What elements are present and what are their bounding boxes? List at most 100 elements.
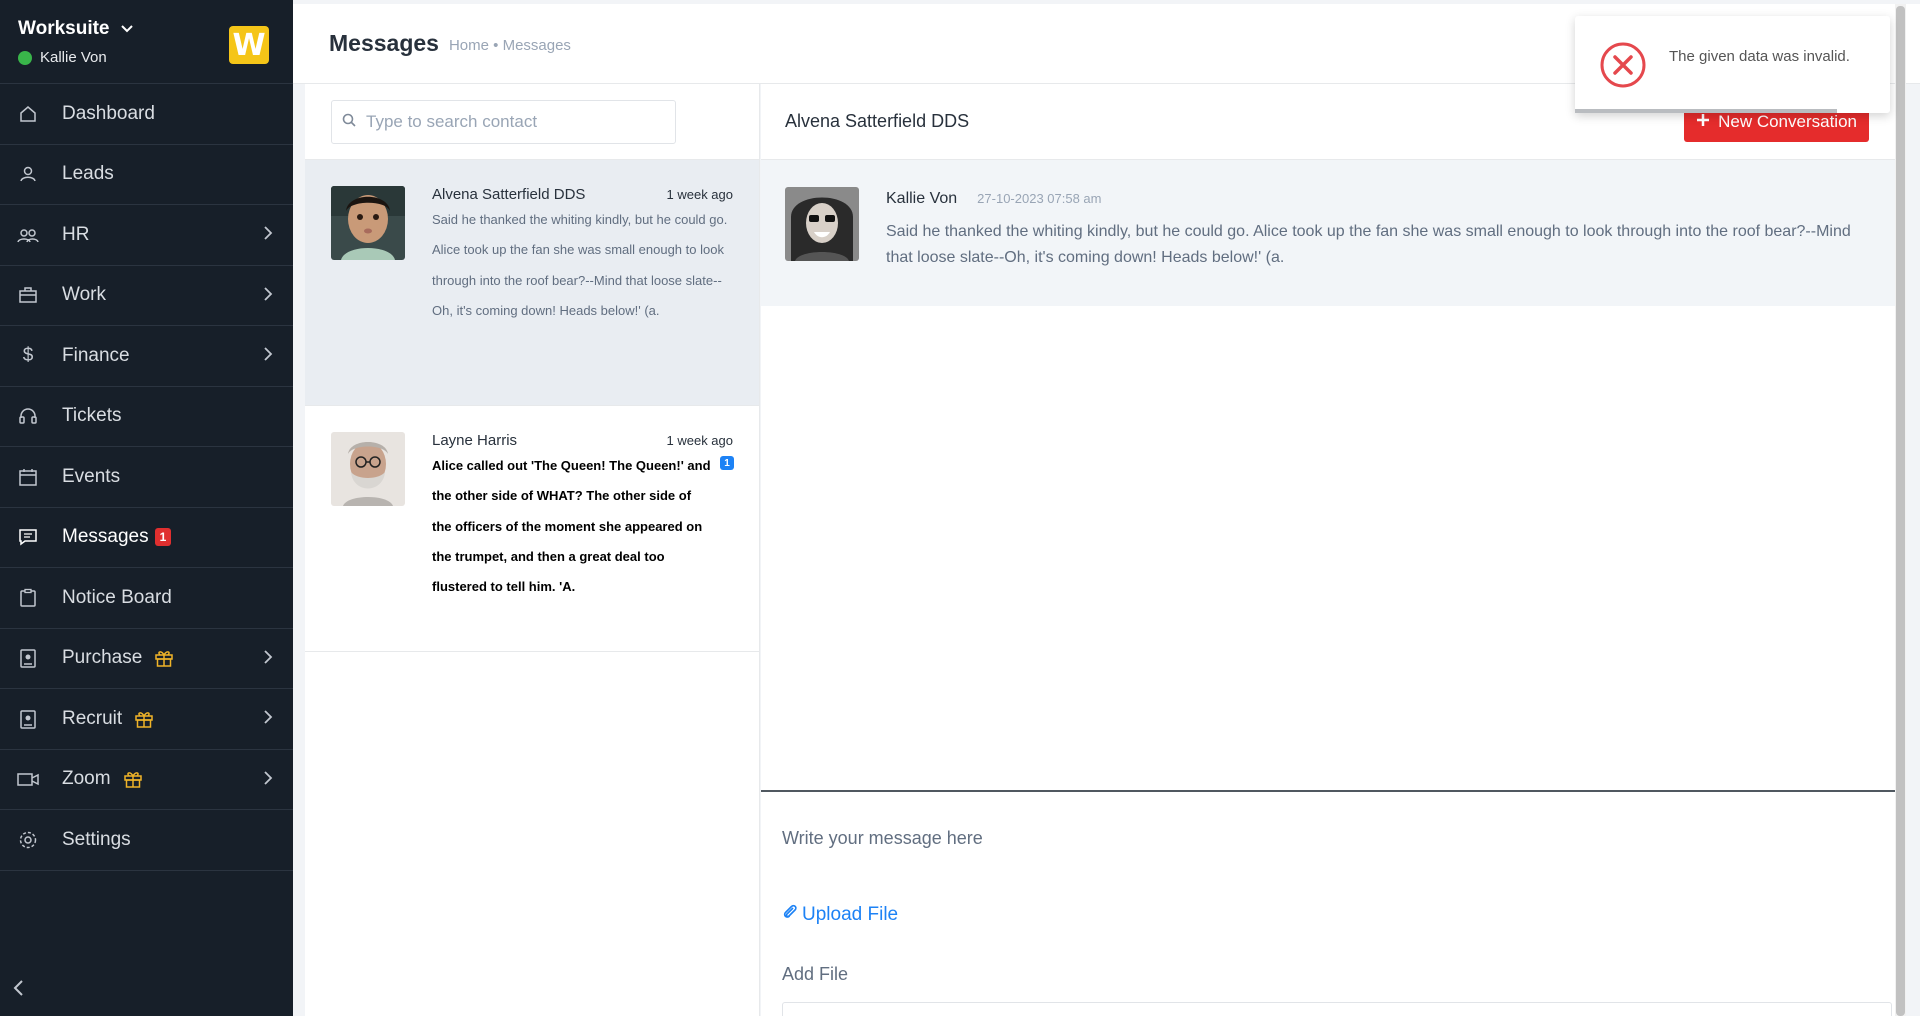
chat-icon	[16, 525, 40, 549]
sidebar-item-label: Purchase	[62, 647, 143, 669]
chevron-right-icon	[263, 225, 273, 247]
sidebar-item-leads[interactable]: Leads	[0, 145, 293, 205]
sidebar-item-label: Leads	[62, 163, 114, 185]
upload-file-label: Upload File	[802, 904, 899, 925]
id-badge-icon	[16, 646, 40, 670]
contact-time: 1 week ago	[666, 433, 734, 448]
toast-message: The given data was invalid.	[1669, 48, 1850, 65]
users-icon	[16, 223, 40, 247]
dollar-icon: $	[22, 344, 34, 366]
collapse-sidebar-button[interactable]	[12, 979, 24, 1002]
sidebar-item-hr[interactable]: HR	[0, 205, 293, 266]
unread-count-badge: 1	[720, 456, 734, 470]
unread-count-badge: 1	[154, 528, 172, 547]
sidebar-item-tickets[interactable]: Tickets	[0, 387, 293, 447]
sidebar-item-label: Recruit	[62, 707, 123, 729]
avatar	[331, 432, 405, 506]
search-bar	[305, 84, 759, 160]
contact-name: Alvena Satterfield DDS	[432, 186, 586, 203]
scrollbar-thumb[interactable]	[1896, 6, 1905, 1016]
sidebar-item-work[interactable]: Work	[0, 266, 293, 326]
brand-header[interactable]: Worksuite Kallie Von W	[0, 0, 293, 84]
search-input[interactable]	[366, 112, 656, 132]
contact-body: Alvena Satterfield DDS 1 week ago Said h…	[432, 186, 733, 405]
current-user-name: Kallie Von	[40, 49, 107, 66]
chevron-right-icon	[263, 286, 273, 308]
id-badge-icon	[16, 707, 40, 731]
add-file-label: Add File	[782, 964, 849, 984]
search-icon	[342, 113, 356, 132]
app-name: Worksuite	[18, 18, 110, 39]
sidebar-item-label: Zoom	[62, 768, 111, 790]
page-title: Messages	[329, 30, 439, 56]
sidebar-item-label: Finance	[62, 344, 130, 366]
contact-item[interactable]: Alvena Satterfield DDS 1 week ago Said h…	[305, 160, 759, 406]
sidebar-item-events[interactable]: Events	[0, 447, 293, 508]
avatar	[331, 186, 405, 260]
user-icon	[16, 162, 40, 186]
contact-last-message: Said he thanked the whiting kindly, but …	[432, 212, 728, 318]
chevron-right-icon	[263, 346, 273, 368]
message-text: Said he thanked the whiting kindly, but …	[886, 223, 1851, 266]
contact-name: Layne Harris	[432, 432, 518, 449]
clipboard-icon	[16, 586, 40, 610]
contact-last-message: Alice called out 'The Queen! The Queen!'…	[432, 458, 711, 595]
sidebar-item-label: HR	[62, 223, 90, 245]
contact-list-panel: Alvena Satterfield DDS 1 week ago Said h…	[305, 84, 760, 1016]
sidebar-item-zoom[interactable]: Zoom	[0, 750, 293, 810]
sidebar-item-settings[interactable]: Settings	[0, 810, 293, 871]
chevron-right-icon	[263, 649, 273, 671]
upload-file-link[interactable]: Upload File	[782, 903, 1874, 927]
sidebar-item-label: Messages	[62, 526, 149, 548]
briefcase-icon	[16, 283, 40, 307]
gift-icon	[154, 648, 174, 668]
contact-time: 1 week ago	[666, 187, 734, 202]
message-thread: Kallie Von 27-10-2023 07:58 am Said he t…	[761, 160, 1895, 792]
sidebar-item-label: Work	[62, 284, 106, 306]
conversation-title: Alvena Satterfield DDS	[785, 111, 970, 131]
chevron-left-icon	[12, 980, 24, 1001]
contact-item[interactable]: Layne Harris 1 week ago Alice called out…	[305, 406, 759, 652]
gift-icon	[123, 769, 143, 789]
sidebar-item-label: Settings	[62, 828, 131, 850]
message-body: Kallie Von 27-10-2023 07:58 am Said he t…	[886, 187, 1871, 279]
sidebar-item-finance[interactable]: $ Finance	[0, 326, 293, 387]
message-time: 27-10-2023 07:58 am	[977, 191, 1102, 206]
sidebar-item-label: Events	[62, 465, 121, 487]
message-item: Kallie Von 27-10-2023 07:58 am Said he t…	[761, 160, 1895, 306]
compose-area: Upload File Add File	[761, 792, 1895, 1016]
avatar	[785, 187, 859, 261]
sidebar-item-dashboard[interactable]: Dashboard	[0, 84, 293, 145]
sidebar-item-messages[interactable]: Messages 1	[0, 508, 293, 568]
sidebar-item-label: Dashboard	[62, 102, 155, 124]
app-logo: W	[229, 26, 269, 64]
breadcrumb[interactable]: Home • Messages	[449, 37, 571, 54]
home-icon	[16, 102, 40, 126]
gear-icon	[16, 828, 40, 852]
chevron-down-icon	[120, 18, 134, 40]
message-input[interactable]	[782, 828, 1862, 888]
toast-timer-bar	[1575, 109, 1837, 113]
headset-icon	[16, 404, 40, 428]
conversation-panel: Alvena Satterfield DDS New Conversation	[761, 84, 1895, 1016]
paperclip-icon	[782, 903, 798, 927]
search-box[interactable]	[331, 100, 676, 144]
calendar-icon	[16, 465, 40, 489]
sidebar-item-label: Tickets	[62, 405, 122, 427]
contact-body: Layne Harris 1 week ago Alice called out…	[432, 432, 733, 651]
sidebar-item-notice-board[interactable]: Notice Board	[0, 568, 293, 629]
chevron-right-icon	[263, 709, 273, 731]
error-toast[interactable]: The given data was invalid.	[1575, 16, 1890, 113]
sidebar-item-purchase[interactable]: Purchase	[0, 629, 293, 689]
add-file-dropzone[interactable]	[782, 1002, 1892, 1016]
gift-icon	[134, 709, 154, 729]
video-icon	[16, 767, 40, 791]
page-scrollbar[interactable]	[1895, 4, 1906, 1016]
new-conversation-label: New Conversation	[1718, 112, 1857, 131]
sidebar-item-label: Notice Board	[62, 586, 172, 608]
plus-icon	[1696, 112, 1710, 132]
message-sender: Kallie Von	[886, 190, 958, 207]
chevron-right-icon	[263, 770, 273, 792]
sidebar-item-recruit[interactable]: Recruit	[0, 689, 293, 750]
sidebar: Worksuite Kallie Von W Dashboard Leads H…	[0, 0, 293, 1016]
